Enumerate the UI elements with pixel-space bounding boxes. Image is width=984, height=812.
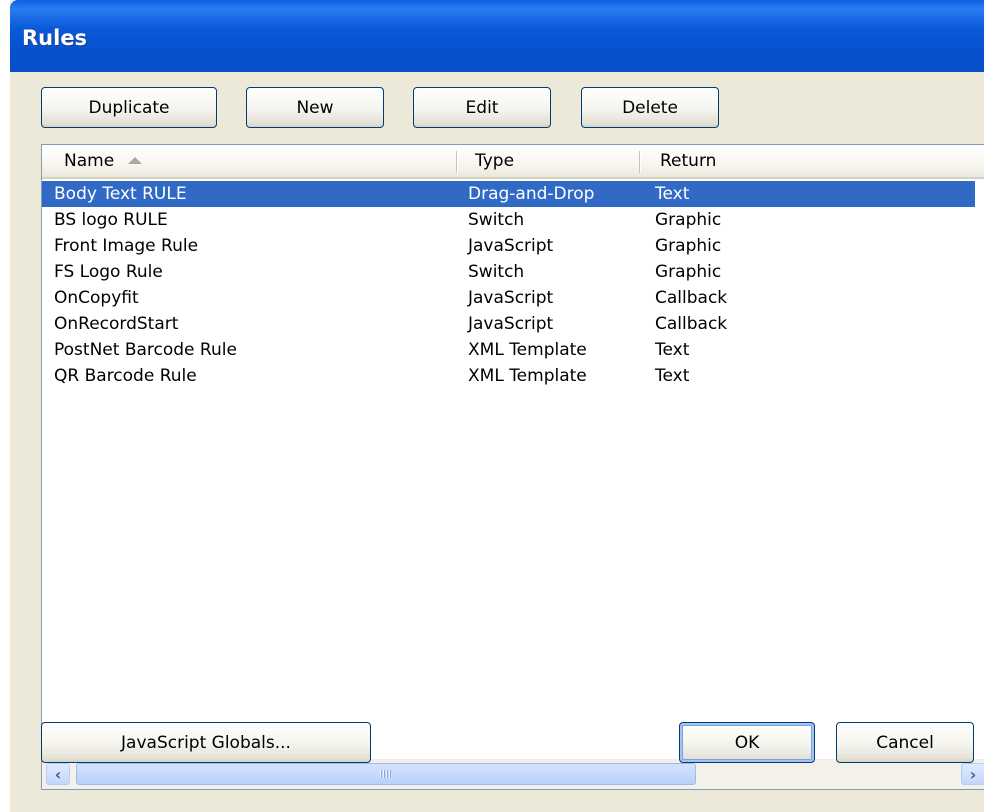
row-type: XML Template [468, 366, 587, 386]
row-name: Body Text RULE [54, 184, 187, 204]
row-type: Switch [468, 210, 525, 230]
edit-button[interactable]: Edit [413, 87, 551, 128]
list-header: Name Type Return [42, 145, 984, 179]
table-row[interactable]: BS logo RULE Switch Graphic [42, 207, 984, 233]
row-return: Text [655, 340, 690, 360]
window-title: Rules [22, 26, 88, 50]
row-name: QR Barcode Rule [54, 366, 197, 386]
column-header-return[interactable]: Return [660, 145, 960, 177]
javascript-globals-button[interactable]: JavaScript Globals... [41, 722, 371, 763]
row-name: Front Image Rule [54, 236, 199, 256]
row-return: Graphic [655, 236, 722, 256]
row-return: Graphic [655, 210, 722, 230]
column-header-name-label: Name [64, 151, 115, 171]
row-type: XML Template [468, 340, 587, 360]
row-type: Drag-and-Drop [468, 184, 595, 204]
table-row[interactable]: OnCopyfit JavaScript Callback [42, 285, 984, 311]
column-header-name[interactable]: Name [64, 145, 444, 177]
table-row[interactable]: OnRecordStart JavaScript Callback [42, 311, 984, 337]
row-name: OnRecordStart [54, 314, 179, 334]
table-row[interactable]: Front Image Rule JavaScript Graphic [42, 233, 984, 259]
row-name: BS logo RULE [54, 210, 168, 230]
table-row[interactable]: PostNet Barcode Rule XML Template Text [42, 337, 984, 363]
table-row[interactable]: Body Text RULE Drag-and-Drop Text [42, 181, 975, 207]
row-name: FS Logo Rule [54, 262, 163, 282]
delete-button[interactable]: Delete [581, 87, 719, 128]
dialog-body: Duplicate New Edit Delete Name Type Retu… [10, 72, 984, 812]
column-divider[interactable] [639, 151, 640, 173]
column-divider[interactable] [456, 151, 457, 173]
row-name: PostNet Barcode Rule [54, 340, 237, 360]
ok-button[interactable]: OK [679, 722, 815, 763]
sort-ascending-icon [128, 156, 143, 164]
cancel-button[interactable]: Cancel [836, 722, 974, 763]
row-return: Callback [655, 314, 728, 334]
table-row[interactable]: QR Barcode Rule XML Template Text [42, 363, 984, 389]
new-button[interactable]: New [246, 87, 384, 128]
row-type: JavaScript [468, 314, 554, 334]
table-row[interactable]: FS Logo Rule Switch Graphic [42, 259, 984, 285]
duplicate-button[interactable]: Duplicate [41, 87, 217, 128]
grip-icon [380, 770, 392, 778]
column-header-type[interactable]: Type [475, 145, 645, 177]
column-header-type-label: Type [475, 151, 515, 171]
scroll-left-icon[interactable]: ‹ [46, 763, 70, 785]
title-bar[interactable]: Rules [10, 0, 984, 72]
column-header-return-label: Return [660, 151, 717, 171]
row-return: Text [655, 366, 690, 386]
row-type: JavaScript [468, 236, 554, 256]
window-edge [0, 0, 10, 812]
row-return: Graphic [655, 262, 722, 282]
scrollbar-thumb[interactable] [76, 763, 696, 785]
list-rows: Body Text RULE Drag-and-Drop Text BS log… [42, 181, 984, 389]
row-return: Text [655, 184, 690, 204]
row-name: OnCopyfit [54, 288, 139, 308]
row-type: Switch [468, 262, 525, 282]
scroll-right-icon[interactable]: › [961, 763, 984, 785]
rules-dialog: Rules Duplicate New Edit Delete Name Typ… [0, 0, 984, 812]
row-type: JavaScript [468, 288, 554, 308]
row-return: Callback [655, 288, 728, 308]
rules-list[interactable]: Name Type Return Body Text RULE Drag-and… [41, 144, 984, 790]
horizontal-scrollbar[interactable]: ‹ › [42, 759, 984, 789]
